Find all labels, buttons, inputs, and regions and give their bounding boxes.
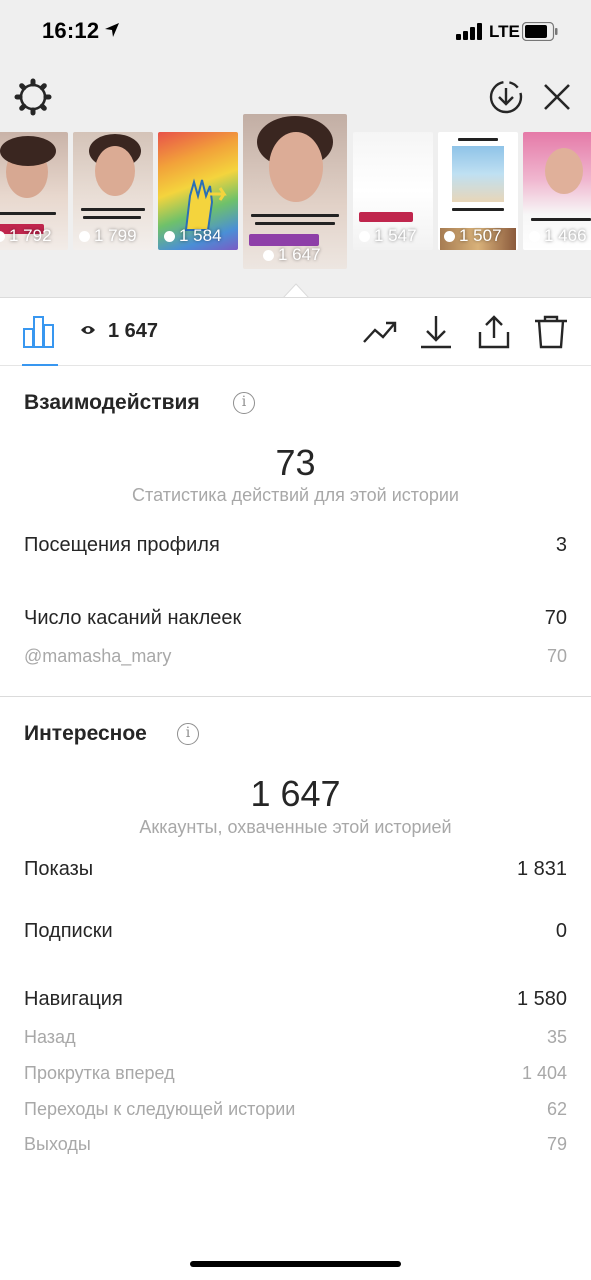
sticker-taps-label: Число касаний наклеек bbox=[24, 607, 242, 629]
story-thumbnail[interactable]: 1 799 bbox=[73, 132, 153, 250]
battery-icon bbox=[522, 22, 558, 41]
status-bar: 16:12 LTE bbox=[0, 0, 591, 60]
story-view-count: 1 507 bbox=[444, 226, 502, 246]
story-thumbnails-strip: 1 792 1 799 1 584 1 647 1 547 1 507 1 46… bbox=[0, 114, 591, 274]
person-face bbox=[269, 132, 323, 202]
impressions-value: 1 831 bbox=[516, 858, 567, 880]
section-divider bbox=[0, 696, 591, 697]
story-view-count: 1 466 bbox=[529, 226, 587, 246]
status-time: 16:12 bbox=[42, 18, 100, 43]
story-view-count: 1 584 bbox=[164, 226, 222, 246]
caption-line bbox=[458, 138, 498, 141]
person-face bbox=[545, 148, 583, 194]
selected-story-caret-icon bbox=[283, 283, 309, 298]
delete-trash-icon[interactable] bbox=[533, 314, 569, 350]
story-views-count: 1 647 bbox=[108, 320, 159, 342]
profile-visits-label: Посещения профиля bbox=[24, 534, 220, 556]
story-thumbnail[interactable]: 1 507 bbox=[438, 132, 518, 250]
close-icon[interactable] bbox=[540, 80, 574, 114]
story-view-count: 1 792 bbox=[0, 226, 52, 246]
sticker-taps-value: 70 bbox=[544, 607, 567, 629]
caption-line bbox=[0, 212, 56, 215]
bar-chart-icon[interactable] bbox=[22, 315, 56, 349]
interactions-total: 73 bbox=[275, 442, 316, 483]
impressions-label: Показы bbox=[24, 858, 94, 880]
info-icon[interactable]: i bbox=[177, 723, 199, 745]
person-face bbox=[95, 146, 135, 196]
save-story-icon[interactable] bbox=[487, 78, 525, 116]
home-indicator[interactable] bbox=[190, 1261, 401, 1267]
hands-illustration bbox=[184, 178, 227, 231]
caption-line bbox=[452, 208, 504, 211]
info-icon[interactable]: i bbox=[233, 392, 255, 414]
reach-subtitle: Аккаунты, охваченные этой историей bbox=[139, 817, 452, 837]
exits-label: Выходы bbox=[24, 1134, 91, 1154]
network-type: LTE bbox=[489, 22, 520, 41]
story-thumbnail[interactable]: 1 792 bbox=[0, 132, 68, 250]
story-view-count: 1 547 bbox=[359, 226, 417, 246]
story-thumbnail[interactable]: 1 584 bbox=[158, 132, 238, 250]
story-view-count: 1 799 bbox=[79, 226, 137, 246]
navigation-value: 1 580 bbox=[516, 988, 567, 1010]
follows-value: 0 bbox=[555, 920, 567, 942]
reach-total: 1 647 bbox=[250, 773, 341, 814]
follows-label: Подписки bbox=[24, 920, 113, 942]
exits-value: 79 bbox=[546, 1134, 567, 1154]
profile-visits-value: 3 bbox=[555, 534, 567, 556]
eye-icon bbox=[81, 326, 95, 334]
active-tab-indicator bbox=[22, 364, 58, 366]
next-story-value: 62 bbox=[546, 1099, 567, 1119]
caption-line bbox=[255, 222, 335, 225]
navigation-label: Навигация bbox=[24, 988, 123, 1010]
story-thumbnail[interactable]: 1 547 bbox=[353, 132, 433, 250]
story-thumbnail[interactable]: 1 466 bbox=[523, 132, 591, 250]
caption-line bbox=[83, 216, 141, 219]
story-view-count: 1 647 bbox=[263, 245, 321, 265]
interactions-subtitle: Статистика действий для этой истории bbox=[132, 485, 459, 505]
insights-toolbar: 1 647 bbox=[0, 297, 591, 366]
forward-value: 1 404 bbox=[521, 1063, 567, 1083]
caption-line bbox=[251, 214, 339, 217]
cellular-signal-icon bbox=[456, 22, 484, 40]
forward-label: Прокрутка вперед bbox=[24, 1063, 175, 1083]
story-thumbnail-selected[interactable]: 1 647 bbox=[243, 114, 347, 269]
hair bbox=[0, 136, 56, 166]
settings-gear-icon[interactable] bbox=[14, 78, 52, 116]
discovery-title: Интересное bbox=[24, 722, 147, 745]
mention-sticker-label: @mamasha_mary bbox=[24, 646, 172, 666]
interactions-title: Взаимодействия bbox=[24, 391, 200, 414]
caption-line bbox=[531, 218, 591, 221]
share-icon[interactable] bbox=[476, 314, 512, 350]
next-story-label: Переходы к следующей истории bbox=[24, 1099, 296, 1119]
caption-line bbox=[81, 208, 145, 211]
back-label: Назад bbox=[24, 1027, 76, 1047]
story-archive-header: 16:12 LTE 1 792 1 799 1 584 1 647 1 547 … bbox=[0, 0, 591, 298]
mention-sticker-value: 70 bbox=[546, 646, 567, 666]
promote-trend-icon[interactable] bbox=[362, 314, 398, 350]
download-icon[interactable] bbox=[418, 314, 454, 350]
beach-photo bbox=[452, 146, 504, 202]
back-value: 35 bbox=[546, 1027, 567, 1047]
location-arrow-icon bbox=[105, 23, 119, 37]
mention-sticker bbox=[359, 212, 413, 222]
